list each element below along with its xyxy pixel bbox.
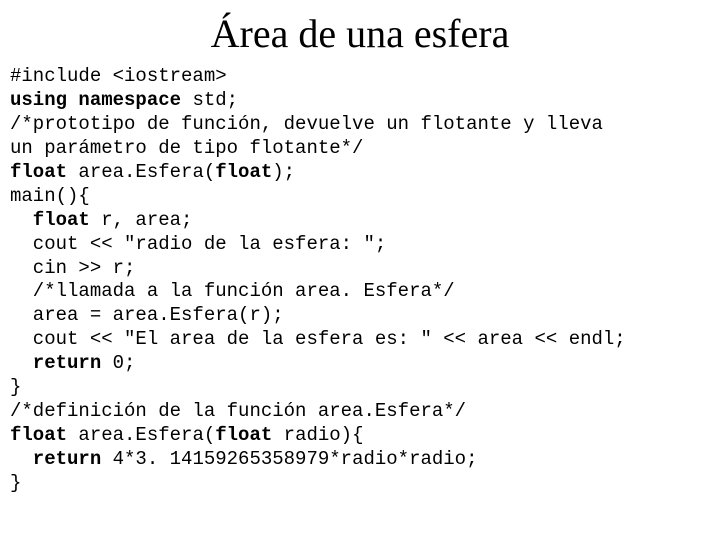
- code-text: area.Esfera(: [78, 424, 215, 446]
- code-line: #include <iostream>: [10, 65, 227, 87]
- code-text: }: [10, 472, 21, 494]
- code-text: radio){: [284, 424, 364, 446]
- code-comment: /*prototipo de función, devuelve un flot…: [10, 113, 603, 135]
- code-text: area = area.Esfera(r);: [10, 304, 284, 326]
- code-block: #include <iostream> using namespace std;…: [0, 65, 720, 496]
- code-keyword: float: [10, 209, 101, 231]
- slide-title: Área de una esfera: [0, 0, 720, 65]
- code-text: cout << "radio de la esfera: ";: [10, 233, 386, 255]
- code-keyword: return: [10, 448, 113, 470]
- code-text: }: [10, 376, 21, 398]
- code-keyword: return: [10, 352, 113, 374]
- code-text: );: [272, 161, 295, 183]
- code-comment: /*definición de la función area.Esfera*/: [10, 400, 466, 422]
- code-text: 4*3. 14159265358979*radio*radio;: [113, 448, 478, 470]
- code-text: cout << "El area de la esfera es: " << a…: [10, 328, 626, 350]
- code-keyword: float: [215, 424, 283, 446]
- code-comment: /*llamada a la función area. Esfera*/: [10, 280, 455, 302]
- code-text: std;: [192, 89, 238, 111]
- code-text: cin >> r;: [10, 257, 135, 279]
- code-comment: un parámetro de tipo flotante*/: [10, 137, 363, 159]
- code-text: 0;: [113, 352, 136, 374]
- code-text: r, area;: [101, 209, 192, 231]
- slide: Área de una esfera #include <iostream> u…: [0, 0, 720, 540]
- code-text: main(){: [10, 185, 90, 207]
- code-keyword: float: [10, 161, 78, 183]
- code-keyword: using namespace: [10, 89, 192, 111]
- code-keyword: float: [10, 424, 78, 446]
- code-text: area.Esfera(: [78, 161, 215, 183]
- code-keyword: float: [215, 161, 272, 183]
